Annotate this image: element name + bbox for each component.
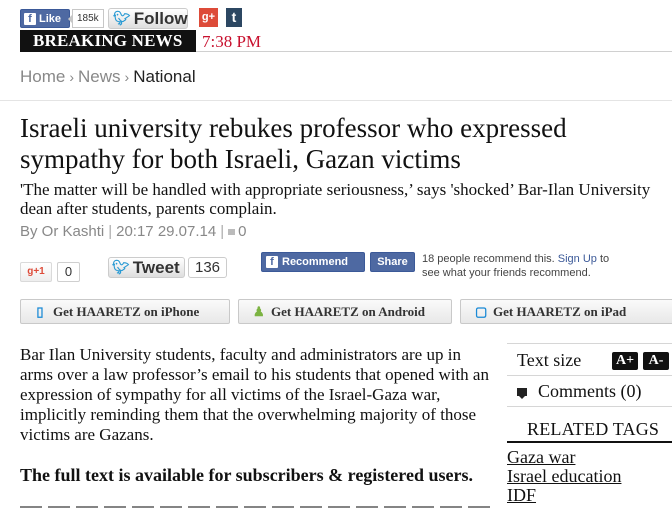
comments-link[interactable]: Comments (0): [517, 381, 642, 402]
breadcrumb-news[interactable]: News: [78, 67, 121, 86]
tablet-icon: ▢: [475, 303, 488, 319]
twitter-follow-button[interactable]: 🐦︎ Follow: [108, 8, 188, 29]
comment-bubble-icon: [517, 387, 527, 399]
twitter-follow-label: Follow: [133, 8, 188, 28]
get-app-android-button[interactable]: ♟ Get HAARETZ on Android: [238, 299, 452, 324]
comments-label: Comments (0): [538, 381, 642, 401]
comment-count: 0: [238, 223, 247, 240]
get-app-ipad-button[interactable]: ▢ Get HAARETZ on iPad: [460, 299, 672, 324]
sidebar-divider: [507, 343, 672, 344]
breadcrumb-separator-icon: ›: [69, 69, 75, 85]
comment-count-link[interactable]: 0: [228, 223, 246, 240]
twitter-bird-icon: 🐦︎: [112, 259, 130, 275]
related-tags-title: RELATED TAGS: [527, 419, 660, 439]
facebook-like-count: 185k: [68, 9, 104, 28]
breaking-news-time[interactable]: 7:38 PM: [202, 31, 261, 53]
related-tags-underline: [507, 441, 672, 443]
twitter-bird-icon: 🐦︎: [113, 10, 131, 26]
text-size-label: Text size: [517, 350, 582, 370]
sidebar-divider: [507, 406, 672, 407]
facebook-like-button[interactable]: f Like: [20, 9, 70, 28]
sidebar-divider: [507, 375, 672, 376]
breadcrumb-home[interactable]: Home: [20, 67, 65, 86]
facebook-recommend-button[interactable]: f Recommend: [261, 252, 365, 272]
get-app-ipad-label: Get HAARETZ on iPad: [493, 303, 627, 319]
related-tag-link[interactable]: IDF: [507, 485, 536, 505]
tweet-label: Tweet: [132, 257, 180, 277]
get-app-iphone-button[interactable]: ▯ Get HAARETZ on iPhone: [20, 299, 230, 324]
tumblr-button[interactable]: t: [226, 8, 242, 27]
text-size-increase-button[interactable]: A+: [612, 352, 638, 370]
facebook-icon: f: [24, 12, 36, 25]
paywall-notice: The full text is available for subscribe…: [20, 465, 473, 485]
get-app-iphone-label: Get HAARETZ on iPhone: [53, 303, 200, 319]
header-divider: [0, 100, 672, 101]
facebook-like-label: Like: [39, 12, 62, 25]
article-headline: Israeli university rebukes professor who…: [20, 113, 567, 174]
breaking-news-label: BREAKING NEWS: [20, 30, 196, 52]
facebook-signup-link[interactable]: Sign Up: [558, 253, 597, 265]
article-subhead: 'The matter will be handled with appropr…: [20, 180, 651, 218]
google-plus-button[interactable]: g+: [199, 8, 218, 27]
breadcrumb-separator-icon: ›: [124, 69, 130, 85]
google-plus-one-count: 0: [57, 262, 80, 282]
article-byline: By Or Kashti | 20:17 29.07.14 | 0: [20, 223, 246, 240]
facebook-recommend-count-text: 18 people recommend this.: [422, 253, 555, 265]
phone-icon: ▯: [36, 303, 44, 319]
related-tag-link[interactable]: Israel education: [507, 466, 621, 486]
comment-icon: [228, 229, 236, 235]
google-plus-one-button[interactable]: g+1: [20, 262, 52, 282]
article-author[interactable]: By Or Kashti: [20, 223, 104, 240]
get-app-android-label: Get HAARETZ on Android: [271, 303, 425, 319]
breadcrumb-national[interactable]: National: [133, 67, 195, 86]
android-icon: ♟: [253, 303, 265, 319]
facebook-recommend-label: Recommend: [282, 256, 349, 268]
facebook-share-button[interactable]: Share: [370, 252, 415, 272]
facebook-icon: f: [266, 256, 278, 268]
truncated-text-line: [20, 503, 490, 509]
article-datetime: 20:17 29.07.14: [116, 223, 217, 240]
article-body: Bar Ilan University students, faculty an…: [20, 345, 489, 444]
breadcrumb: Home › News › National: [20, 67, 196, 87]
byline-divider: |: [220, 223, 225, 240]
related-tag-link[interactable]: Gaza war: [507, 447, 575, 467]
breaking-news-bar: BREAKING NEWS 7:38 PM: [20, 30, 672, 52]
tweet-count: 136: [188, 257, 227, 278]
text-size-decrease-button[interactable]: A-: [643, 352, 669, 370]
tweet-button[interactable]: 🐦︎ Tweet: [108, 257, 185, 278]
byline-divider: |: [108, 223, 113, 240]
facebook-recommend-text: 18 people recommend this. Sign Up to see…: [422, 252, 622, 280]
